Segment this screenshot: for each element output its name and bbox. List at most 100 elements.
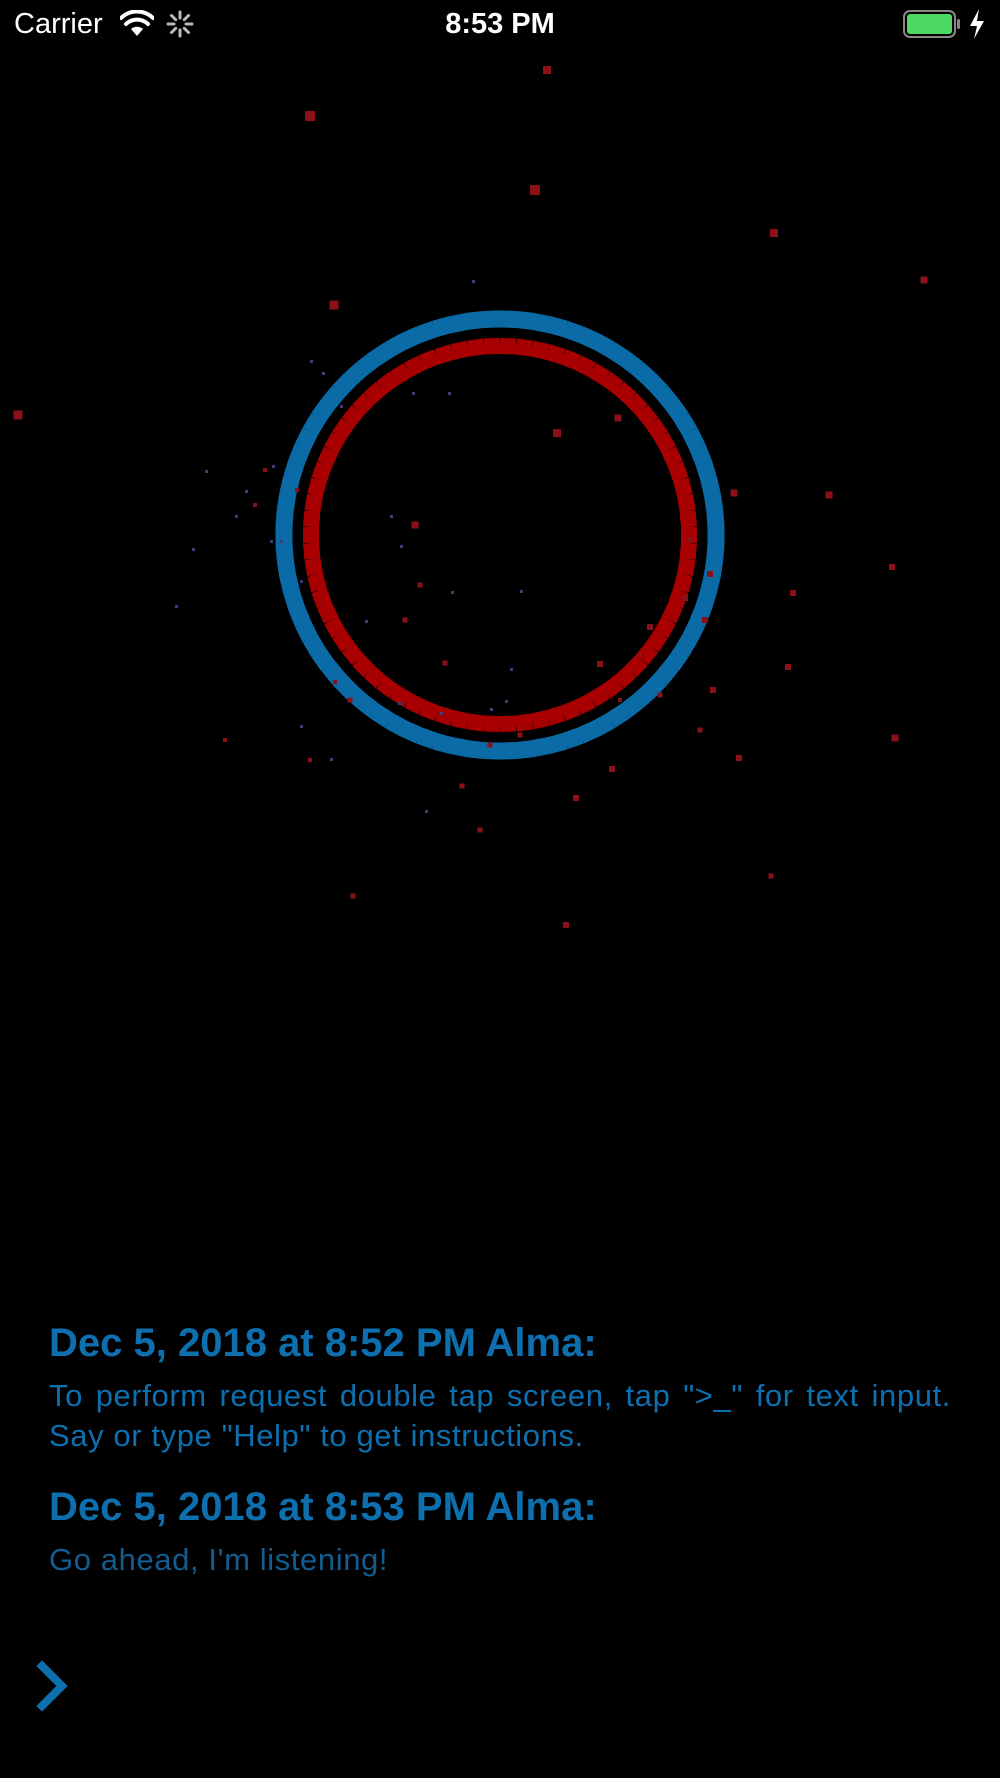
particle	[682, 595, 688, 601]
particle	[365, 620, 368, 623]
particle	[487, 742, 493, 748]
inner-ring-segment	[467, 338, 485, 357]
particle	[280, 540, 283, 543]
particle	[891, 734, 899, 742]
outer-ring-segment	[276, 558, 297, 578]
particle	[657, 692, 663, 698]
particle	[710, 687, 716, 693]
voice-visualizer	[13, 66, 928, 928]
particle	[235, 515, 238, 518]
particle	[305, 111, 315, 121]
particle	[618, 698, 622, 702]
particle	[785, 664, 791, 670]
outer-ring-segment	[448, 313, 469, 333]
inner-ring-segment	[303, 527, 319, 543]
outer-ring-segment	[275, 509, 294, 528]
inner-ring-segment	[303, 542, 321, 560]
particle	[330, 758, 333, 761]
particle	[707, 571, 713, 577]
inner-ring-segment	[483, 715, 501, 733]
particle	[563, 922, 569, 928]
particle	[310, 360, 313, 363]
inner-ring-segment	[303, 510, 321, 528]
inner-ring-segment	[304, 557, 323, 577]
particle	[573, 795, 579, 801]
outer-ring-segment	[465, 740, 485, 760]
particle	[647, 624, 653, 630]
particle	[736, 755, 742, 761]
particle	[920, 276, 928, 284]
particle	[192, 548, 195, 551]
particle	[440, 712, 443, 715]
outer-ring-segment	[515, 740, 535, 760]
inner-ring-segment	[499, 337, 517, 355]
inner-ring-segment	[677, 493, 696, 513]
particle	[609, 766, 615, 772]
message-item: Dec 5, 2018 at 8:52 PM Alma: To perform …	[49, 1318, 951, 1456]
inner-ring-segment	[530, 710, 550, 730]
particle	[411, 521, 419, 529]
particle	[505, 700, 508, 703]
particle	[889, 564, 895, 570]
particle	[272, 465, 275, 468]
particle	[322, 372, 325, 375]
particle	[770, 229, 778, 237]
particle	[412, 392, 415, 395]
particle	[245, 490, 248, 493]
particle	[614, 414, 622, 422]
particle-field	[13, 66, 928, 928]
particle	[398, 702, 401, 705]
app-screen[interactable]: Carrier 8:53 PM Dec 5, 2018 at 8:52 PM A…	[0, 0, 1000, 1778]
particle	[308, 758, 312, 762]
particle	[329, 300, 339, 310]
particle	[333, 680, 337, 684]
particle	[472, 280, 475, 283]
outer-ring-segment	[499, 310, 518, 329]
particle	[697, 727, 703, 733]
outer-ring-segment	[275, 526, 293, 544]
outer-ring-segment	[482, 310, 501, 329]
particle	[400, 545, 403, 548]
message-header: Dec 5, 2018 at 8:52 PM Alma:	[49, 1321, 597, 1365]
message-body: To perform request double tap screen, ta…	[49, 1378, 951, 1453]
particle	[223, 738, 227, 742]
inner-ring-segment	[515, 713, 533, 732]
particle	[520, 590, 523, 593]
particle	[477, 827, 483, 833]
particle	[442, 660, 448, 666]
particle	[425, 810, 428, 813]
status-bar: Carrier 8:53 PM	[0, 0, 1000, 50]
message-list: Dec 5, 2018 at 8:52 PM Alma: To perform …	[49, 1318, 951, 1606]
outer-ring-segment	[465, 310, 485, 330]
inner-ring-segment	[450, 340, 470, 360]
particle	[687, 537, 693, 543]
message-header: Dec 5, 2018 at 8:53 PM Alma:	[49, 1485, 597, 1529]
chevron-right-icon[interactable]	[32, 1660, 76, 1712]
particle	[417, 582, 423, 588]
message-item: Dec 5, 2018 at 8:53 PM Alma: Go ahead, I…	[49, 1482, 951, 1580]
inner-ring-segment	[679, 542, 697, 560]
particle	[263, 468, 267, 472]
particle	[459, 783, 465, 789]
particle	[517, 732, 523, 738]
inner-ring-segment	[304, 493, 323, 513]
particle	[205, 470, 208, 473]
status-time: 8:53 PM	[445, 8, 555, 40]
particle	[702, 617, 708, 623]
outer-ring-segment	[703, 492, 724, 512]
inner-ring-segment	[467, 713, 485, 732]
particle	[402, 617, 408, 623]
outer-ring-segment	[706, 509, 725, 528]
particle	[300, 725, 303, 728]
particle	[175, 605, 178, 608]
particle	[730, 489, 738, 497]
particle	[790, 590, 796, 596]
outer-ring	[275, 310, 725, 760]
inner-ring-segment	[515, 338, 533, 357]
battery-icon	[903, 10, 960, 38]
particle	[530, 185, 540, 195]
particle	[347, 697, 353, 703]
particle	[448, 392, 451, 395]
particle	[13, 410, 23, 420]
particle	[768, 873, 774, 879]
